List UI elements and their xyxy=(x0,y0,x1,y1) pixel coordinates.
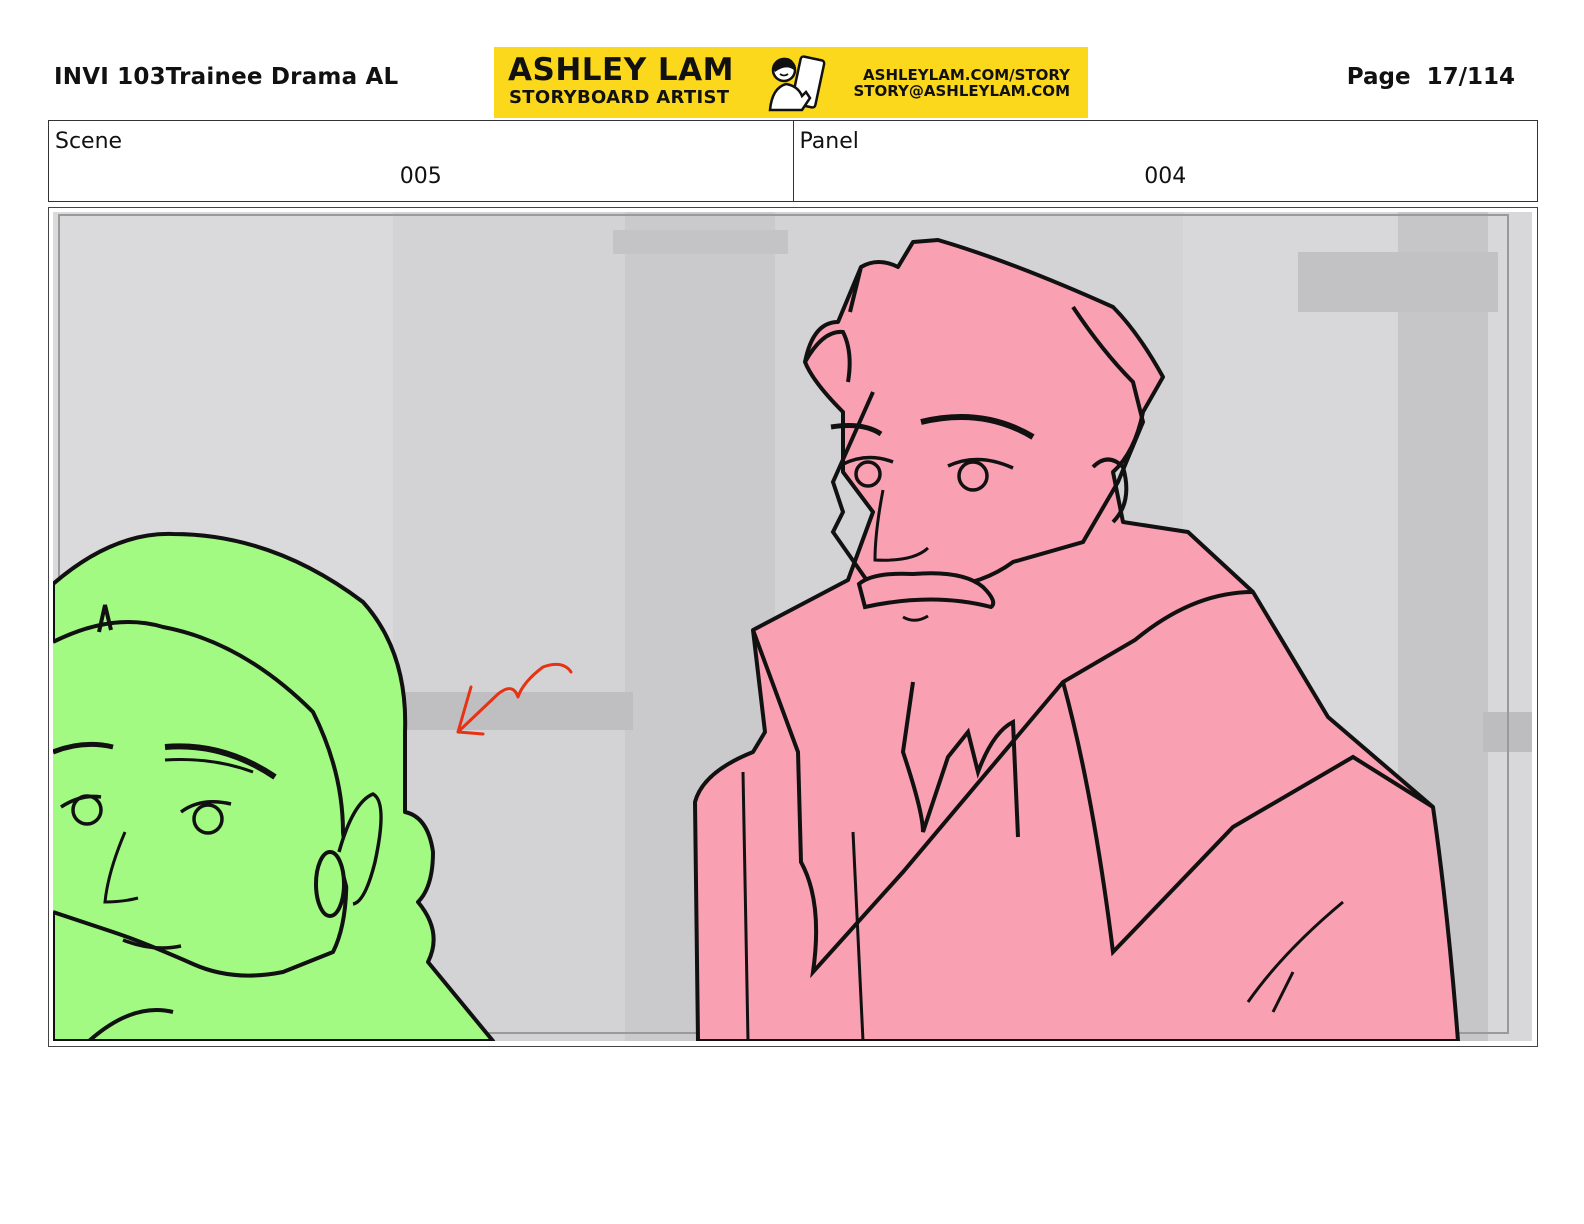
artist-drawing-logo-icon xyxy=(768,55,826,112)
right-pillar-cap xyxy=(1298,252,1498,312)
pillar-edge xyxy=(613,230,788,254)
page-label: Page xyxy=(1346,64,1411,90)
storyboard-panel xyxy=(48,207,1538,1047)
page-number: 17/114 xyxy=(1426,64,1515,90)
scene-cell: Scene 005 xyxy=(49,121,793,201)
artist-banner: ASHLEY LAM STORYBOARD ARTIST ASHLEYLAM.C… xyxy=(494,47,1088,118)
page-indicator: Page 17/114 xyxy=(1347,64,1515,90)
artist-email: STORY@ASHLEYLAM.COM xyxy=(853,82,1071,100)
scene-value: 005 xyxy=(399,164,442,189)
scene-panel-table: Scene 005 Panel 004 xyxy=(48,120,1538,202)
window-sill xyxy=(393,692,633,730)
document-title: INVI 103Trainee Drama AL xyxy=(54,64,399,90)
artist-url: ASHLEYLAM.COM/STORY xyxy=(863,66,1070,84)
panel-artwork xyxy=(53,212,1532,1041)
artist-name: ASHLEY LAM xyxy=(508,52,735,88)
artist-role: STORYBOARD ARTIST xyxy=(509,87,730,108)
panel-label: Panel xyxy=(799,129,859,154)
panel-cell: Panel 004 xyxy=(792,121,1538,201)
scene-label: Scene xyxy=(55,129,123,154)
panel-value: 004 xyxy=(1144,164,1187,189)
